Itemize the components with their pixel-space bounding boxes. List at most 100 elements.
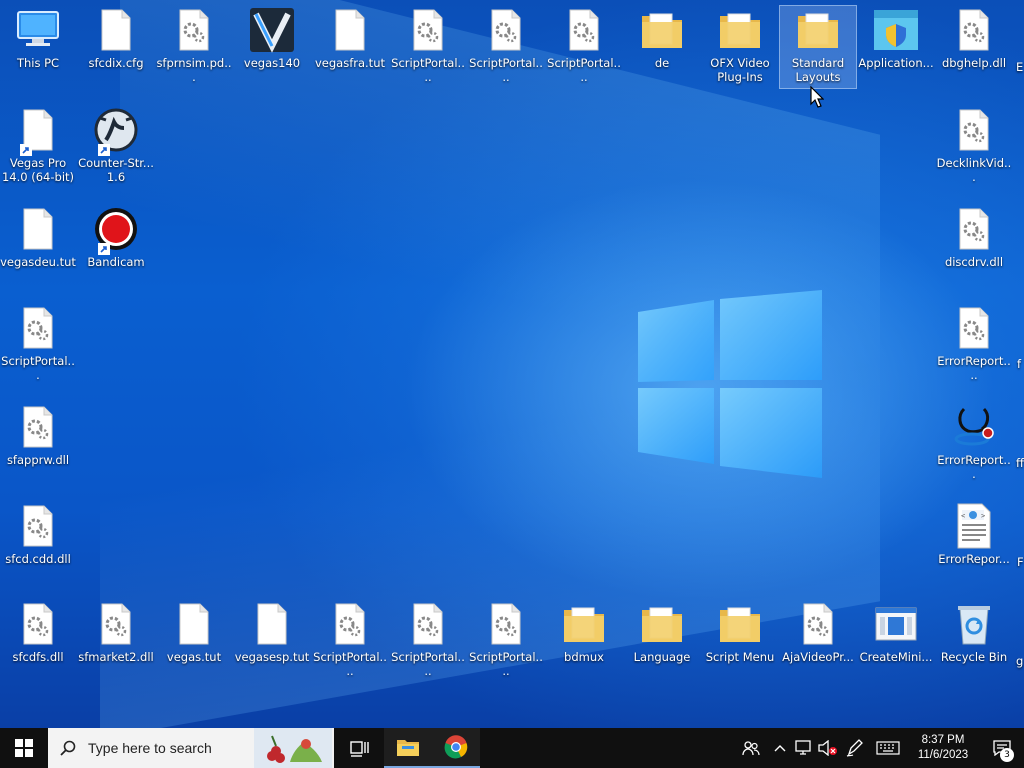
notification-count-badge: 3 — [1000, 748, 1014, 762]
file-icon — [92, 6, 140, 54]
desktop-icon-folder[interactable]: de — [624, 6, 700, 70]
settings-file-icon — [14, 403, 62, 451]
desktop-icon-file[interactable]: vegas.tut — [156, 600, 232, 664]
desktop-icon-error-report-html[interactable]: < > ErrorRepor... — [936, 502, 1012, 566]
offscreen-icon-label[interactable]: F — [1017, 555, 1024, 569]
desktop-icon-error-report[interactable]: ErrorReport... — [936, 403, 1012, 481]
settings-file-icon — [170, 6, 218, 54]
icon-label: AjaVideoPr... — [782, 650, 854, 664]
desktop-icon-vegas-pro-shortcut[interactable]: Vegas Pro 14.0 (64-bit) — [0, 106, 76, 184]
icon-label: de — [654, 56, 670, 70]
icon-label: Script Menu — [705, 650, 775, 664]
desktop-icon-folder[interactable]: Script Menu — [702, 600, 778, 664]
desktop-icon-file[interactable]: sfmarket2.dll — [78, 600, 154, 664]
touch-keyboard-button[interactable] — [870, 728, 906, 768]
desktop-icon-createmini[interactable]: CreateMini... — [858, 600, 934, 664]
desktop-icon-file[interactable]: ScriptPortal.... — [468, 6, 544, 84]
desktop-icon-file[interactable]: discdrv.dll — [936, 205, 1012, 269]
icon-label: sfprnsim.pd... — [156, 56, 232, 84]
offscreen-icon-label[interactable]: g — [1016, 654, 1023, 668]
people-icon — [742, 741, 760, 756]
counter-strike-icon — [92, 106, 140, 156]
desktop-icon-file[interactable]: sfcd.cdd.dll — [0, 502, 76, 566]
icon-label: dbghelp.dll — [941, 56, 1007, 70]
desktop-icon-this-pc[interactable]: This PC — [0, 6, 76, 70]
desktop-icon-file[interactable]: vegasesp.tut — [234, 600, 310, 664]
clock-date: 11/6/2023 — [917, 749, 969, 761]
desktop-icon-file[interactable]: ErrorReport.... — [936, 304, 1012, 382]
desktop-icon-folder-selected[interactable]: Standard Layouts — [779, 5, 857, 89]
desktop-icon-file[interactable]: ScriptPortal.... — [468, 600, 544, 678]
settings-file-icon — [92, 600, 140, 648]
desktop-icon-file[interactable]: ScriptPortal... — [0, 304, 76, 382]
desktop[interactable]: This PC sfcdix.cfg sfprnsim.pd... vegas1… — [0, 0, 1024, 728]
desktop-icon-folder[interactable]: Language — [624, 600, 700, 664]
settings-file-icon — [14, 304, 62, 352]
shortcut-arrow-icon — [98, 243, 110, 255]
desktop-icon-file[interactable]: ScriptPortal.... — [312, 600, 388, 678]
svg-text:>: > — [981, 512, 985, 520]
desktop-icon-file[interactable]: sfcdix.cfg — [78, 6, 154, 70]
folder-icon — [794, 6, 842, 54]
folder-icon — [716, 6, 764, 54]
pen-icon — [846, 739, 863, 757]
taskbar: Type here to search 8:37 PM 11/6/2023 3 — [0, 728, 1024, 768]
clock-time: 8:37 PM — [921, 734, 965, 746]
offscreen-icon-label[interactable]: ff — [1016, 456, 1024, 470]
clock[interactable]: 8:37 PM 11/6/2023 — [906, 733, 980, 763]
icon-label: ScriptPortal.... — [469, 56, 543, 84]
desktop-icon-counter-strike[interactable]: Counter-Str... 1.6 — [78, 106, 154, 184]
people-button[interactable] — [734, 728, 768, 768]
desktop-icon-file[interactable]: ScriptPortal.... — [390, 600, 466, 678]
desktop-icon-recycle-bin[interactable]: Recycle Bin — [936, 600, 1012, 664]
settings-file-icon — [950, 205, 998, 253]
chrome-icon — [444, 735, 468, 759]
folder-icon — [560, 600, 608, 648]
settings-file-icon — [14, 502, 62, 550]
desktop-icon-bandicam[interactable]: Bandicam — [78, 205, 154, 269]
pen-workspace-button[interactable] — [840, 728, 870, 768]
icon-label: ScriptPortal.... — [391, 56, 465, 84]
task-view-button[interactable] — [336, 728, 384, 768]
show-hidden-icons-button[interactable] — [768, 728, 792, 768]
system-tray: 8:37 PM 11/6/2023 3 — [734, 728, 1024, 768]
chrome-taskbar-button[interactable] — [432, 728, 480, 768]
desktop-icon-application[interactable]: Application... — [858, 6, 934, 70]
desktop-icon-file[interactable]: vegasdeu.tut — [0, 205, 76, 269]
desktop-icon-file[interactable]: ScriptPortal.... — [390, 6, 466, 84]
icon-label: OFX Video Plug-Ins — [710, 56, 770, 84]
svg-text:<: < — [961, 512, 965, 520]
desktop-icon-file[interactable]: ScriptPortal.... — [546, 6, 622, 84]
shortcut-arrow-icon — [20, 144, 32, 156]
file-explorer-taskbar-button[interactable] — [384, 728, 432, 768]
file-explorer-icon — [397, 740, 419, 756]
icon-label: Application... — [858, 56, 934, 70]
icon-label: sfcd.cdd.dll — [5, 552, 71, 566]
icon-label: Recycle Bin — [940, 650, 1008, 664]
volume-button[interactable] — [816, 728, 840, 768]
offscreen-icon-label[interactable]: f — [1017, 357, 1021, 371]
action-center-button[interactable]: 3 — [980, 728, 1024, 768]
desktop-icon-file[interactable]: dbghelp.dll — [936, 6, 1012, 70]
network-button[interactable] — [792, 728, 816, 768]
taskbar-search-box[interactable]: Type here to search — [48, 728, 334, 768]
settings-file-icon — [794, 600, 842, 648]
this-pc-icon — [14, 6, 62, 54]
desktop-icon-file[interactable]: DecklinkVid... — [936, 106, 1012, 184]
start-button[interactable] — [0, 728, 48, 768]
recycle-bin-icon — [950, 600, 998, 648]
desktop-icon-file[interactable]: sfapprw.dll — [0, 403, 76, 467]
desktop-icon-folder[interactable]: bdmux — [546, 600, 622, 664]
icon-label: vegasdeu.tut — [0, 255, 76, 269]
settings-file-icon — [326, 600, 374, 648]
offscreen-icon-label[interactable]: E — [1016, 60, 1023, 74]
desktop-icon-file[interactable]: sfprnsim.pd... — [156, 6, 232, 84]
application-shield-icon — [872, 6, 920, 54]
desktop-icon-folder[interactable]: OFX Video Plug-Ins — [702, 6, 778, 84]
desktop-icon-file[interactable]: vegasfra.tut — [312, 6, 388, 70]
desktop-icon-vegas140[interactable]: vegas140 — [234, 6, 310, 70]
settings-file-icon — [482, 600, 530, 648]
desktop-icon-file[interactable]: AjaVideoPr... — [780, 600, 856, 664]
folder-icon — [638, 600, 686, 648]
desktop-icon-file[interactable]: sfcdfs.dll — [0, 600, 76, 664]
